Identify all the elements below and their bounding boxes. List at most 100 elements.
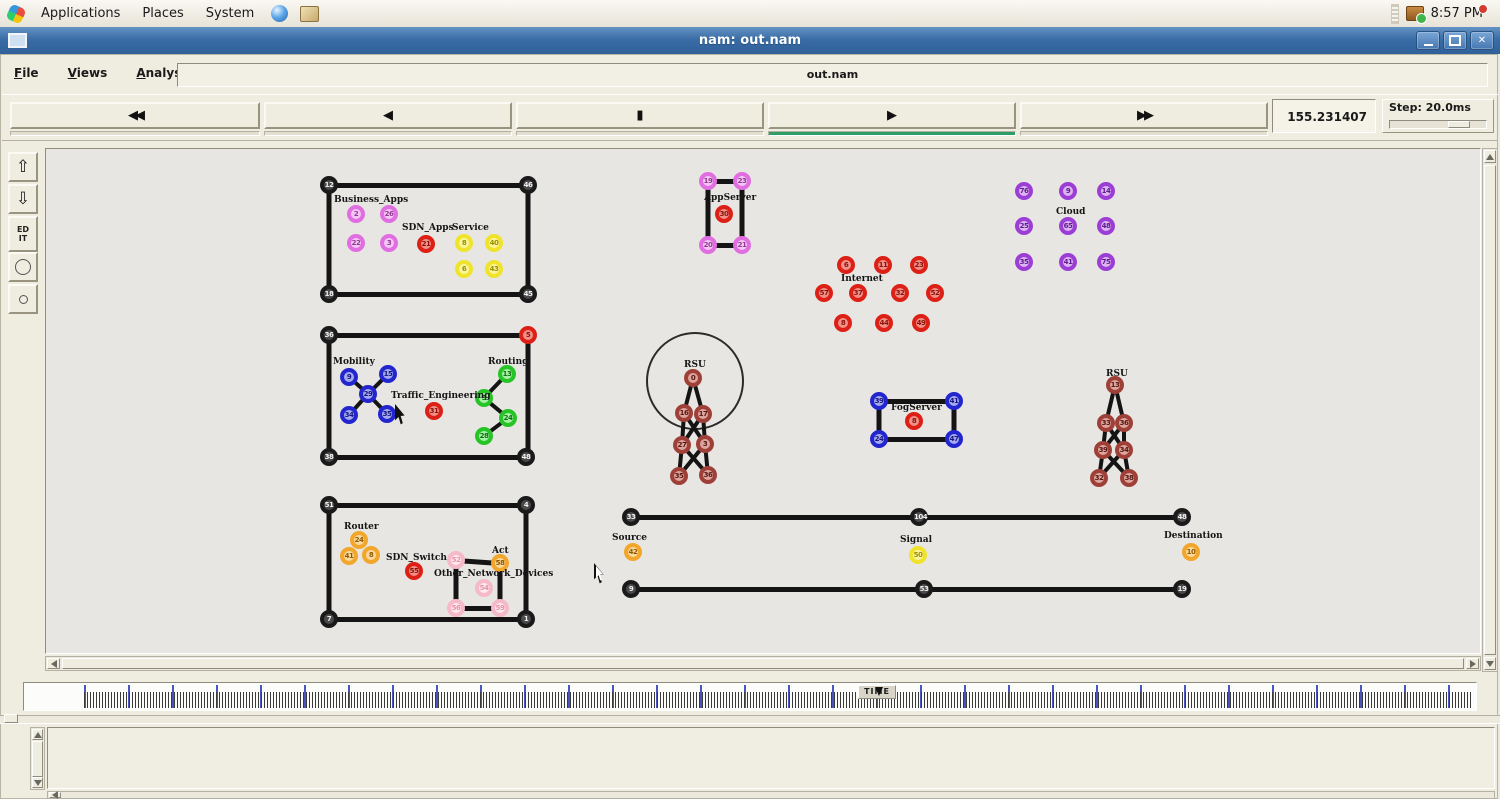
menu-applications[interactable]: Applications — [32, 1, 129, 27]
circle-tool-button[interactable] — [8, 252, 38, 282]
menu-views[interactable]: Views — [56, 58, 120, 80]
node-16[interactable]: 16 — [675, 404, 693, 422]
step-slider-thumb[interactable] — [1448, 121, 1470, 128]
node-41[interactable]: 41 — [340, 547, 358, 565]
topology-canvas[interactable]: 1246184522622321840643365384891529343531… — [45, 148, 1481, 654]
node-8[interactable]: 8 — [455, 234, 473, 252]
node-38[interactable]: 38 — [320, 448, 338, 466]
node-6[interactable]: 6 — [455, 260, 473, 278]
node-23[interactable]: 23 — [910, 256, 928, 274]
monitor-scroll-thumb[interactable] — [32, 741, 43, 777]
edit-button[interactable]: ED IT — [8, 216, 38, 252]
update-notifier-icon[interactable] — [1406, 6, 1424, 21]
node-24[interactable]: 24 — [499, 409, 517, 427]
node-24[interactable]: 24 — [870, 430, 888, 448]
window-titlebar[interactable]: nam: out.nam ✕ — [0, 27, 1500, 54]
node-10[interactable]: 10 — [1182, 543, 1200, 561]
node-11[interactable]: 11 — [874, 256, 892, 274]
node-1[interactable]: 1 — [517, 610, 535, 628]
node-37[interactable]: 37 — [849, 284, 867, 302]
node-49[interactable]: 49 — [912, 314, 930, 332]
node-53[interactable]: 53 — [915, 580, 933, 598]
node-50[interactable]: 50 — [909, 546, 927, 564]
node-51[interactable]: 51 — [320, 496, 338, 514]
node-52[interactable]: 52 — [926, 284, 944, 302]
node-46[interactable]: 46 — [519, 176, 537, 194]
node-48[interactable]: 48 — [1173, 508, 1191, 526]
minimize-button[interactable] — [1416, 31, 1440, 50]
node-33[interactable]: 33 — [622, 508, 640, 526]
fast-forward-button[interactable]: ▶▶ — [1020, 102, 1268, 129]
node-38[interactable]: 38 — [1120, 469, 1138, 487]
node-47[interactable]: 47 — [945, 430, 963, 448]
horizontal-scroll-thumb[interactable] — [62, 658, 1464, 669]
link[interactable] — [329, 617, 526, 622]
node-59[interactable]: 59 — [491, 599, 509, 617]
node-12[interactable]: 12 — [320, 176, 338, 194]
node-21[interactable]: 21 — [417, 235, 435, 253]
node-104[interactable]: 104 — [910, 508, 928, 526]
node-42[interactable]: 42 — [624, 543, 642, 561]
node-7[interactable]: 7 — [320, 610, 338, 628]
notes-app-icon[interactable] — [300, 6, 319, 22]
node-75[interactable]: 75 — [1097, 253, 1115, 271]
node-25[interactable]: 25 — [1015, 217, 1033, 235]
node-3[interactable]: 3 — [696, 435, 714, 453]
link[interactable] — [329, 183, 528, 188]
node-5[interactable]: 5 — [519, 326, 537, 344]
node-41[interactable]: 41 — [945, 392, 963, 410]
zoom-out-button[interactable]: ⇩ — [8, 184, 38, 214]
node-52[interactable]: 52 — [447, 551, 465, 569]
node-13[interactable]: 13 — [498, 365, 516, 383]
node-35[interactable]: 35 — [1015, 253, 1033, 271]
node-65[interactable]: 65 — [1059, 217, 1077, 235]
divider-handle[interactable] — [4, 714, 18, 723]
node-31[interactable]: 31 — [425, 402, 443, 420]
node-41[interactable]: 41 — [1059, 253, 1077, 271]
node-39[interactable]: 39 — [870, 392, 888, 410]
node-56[interactable]: 56 — [447, 599, 465, 617]
node-48[interactable]: 48 — [517, 448, 535, 466]
clock[interactable]: 8:57 PM — [1431, 6, 1483, 21]
maximize-button[interactable] — [1443, 31, 1467, 50]
menu-places[interactable]: Places — [133, 1, 192, 27]
node-33[interactable]: 33 — [1097, 414, 1115, 432]
browser-icon[interactable] — [271, 5, 288, 22]
panel-grip[interactable] — [1391, 4, 1399, 24]
node-34[interactable]: 34 — [340, 406, 358, 424]
link[interactable] — [329, 292, 528, 297]
stop-button[interactable]: ▮ — [516, 102, 764, 129]
dot-tool-button[interactable] — [8, 284, 38, 314]
close-button[interactable]: ✕ — [1470, 31, 1494, 50]
vertical-scroll-thumb[interactable] — [1484, 165, 1496, 655]
node-15[interactable]: 15 — [379, 365, 397, 383]
menu-system[interactable]: System — [197, 1, 263, 27]
menu-file[interactable]: File — [2, 58, 51, 80]
node-44[interactable]: 44 — [875, 314, 893, 332]
node-2[interactable]: 2 — [347, 205, 365, 223]
node-20[interactable]: 20 — [699, 236, 717, 254]
node-26[interactable]: 26 — [380, 205, 398, 223]
node-9[interactable]: 9 — [340, 368, 358, 386]
node-76[interactable]: 76 — [1015, 182, 1033, 200]
node-4[interactable]: 4 — [517, 496, 535, 514]
node-45[interactable]: 45 — [519, 285, 537, 303]
link[interactable] — [329, 455, 528, 460]
node-32[interactable]: 32 — [1090, 469, 1108, 487]
node-8[interactable]: 8 — [362, 546, 380, 564]
link[interactable] — [329, 333, 528, 338]
link[interactable] — [327, 505, 332, 619]
node-3[interactable]: 3 — [380, 234, 398, 252]
node-23[interactable]: 23 — [733, 172, 751, 190]
link[interactable] — [879, 437, 954, 442]
node-39[interactable]: 39 — [1094, 441, 1112, 459]
back-button[interactable]: ◀ — [264, 102, 512, 129]
node-28[interactable]: 28 — [475, 427, 493, 445]
link[interactable] — [631, 587, 1182, 592]
node-24[interactable]: 24 — [350, 531, 368, 549]
node-19[interactable]: 19 — [699, 172, 717, 190]
zoom-in-button[interactable]: ⇧ — [8, 152, 38, 182]
link[interactable] — [327, 335, 332, 457]
node-40[interactable]: 40 — [485, 234, 503, 252]
monitor-scroll-down-button[interactable] — [32, 777, 43, 788]
